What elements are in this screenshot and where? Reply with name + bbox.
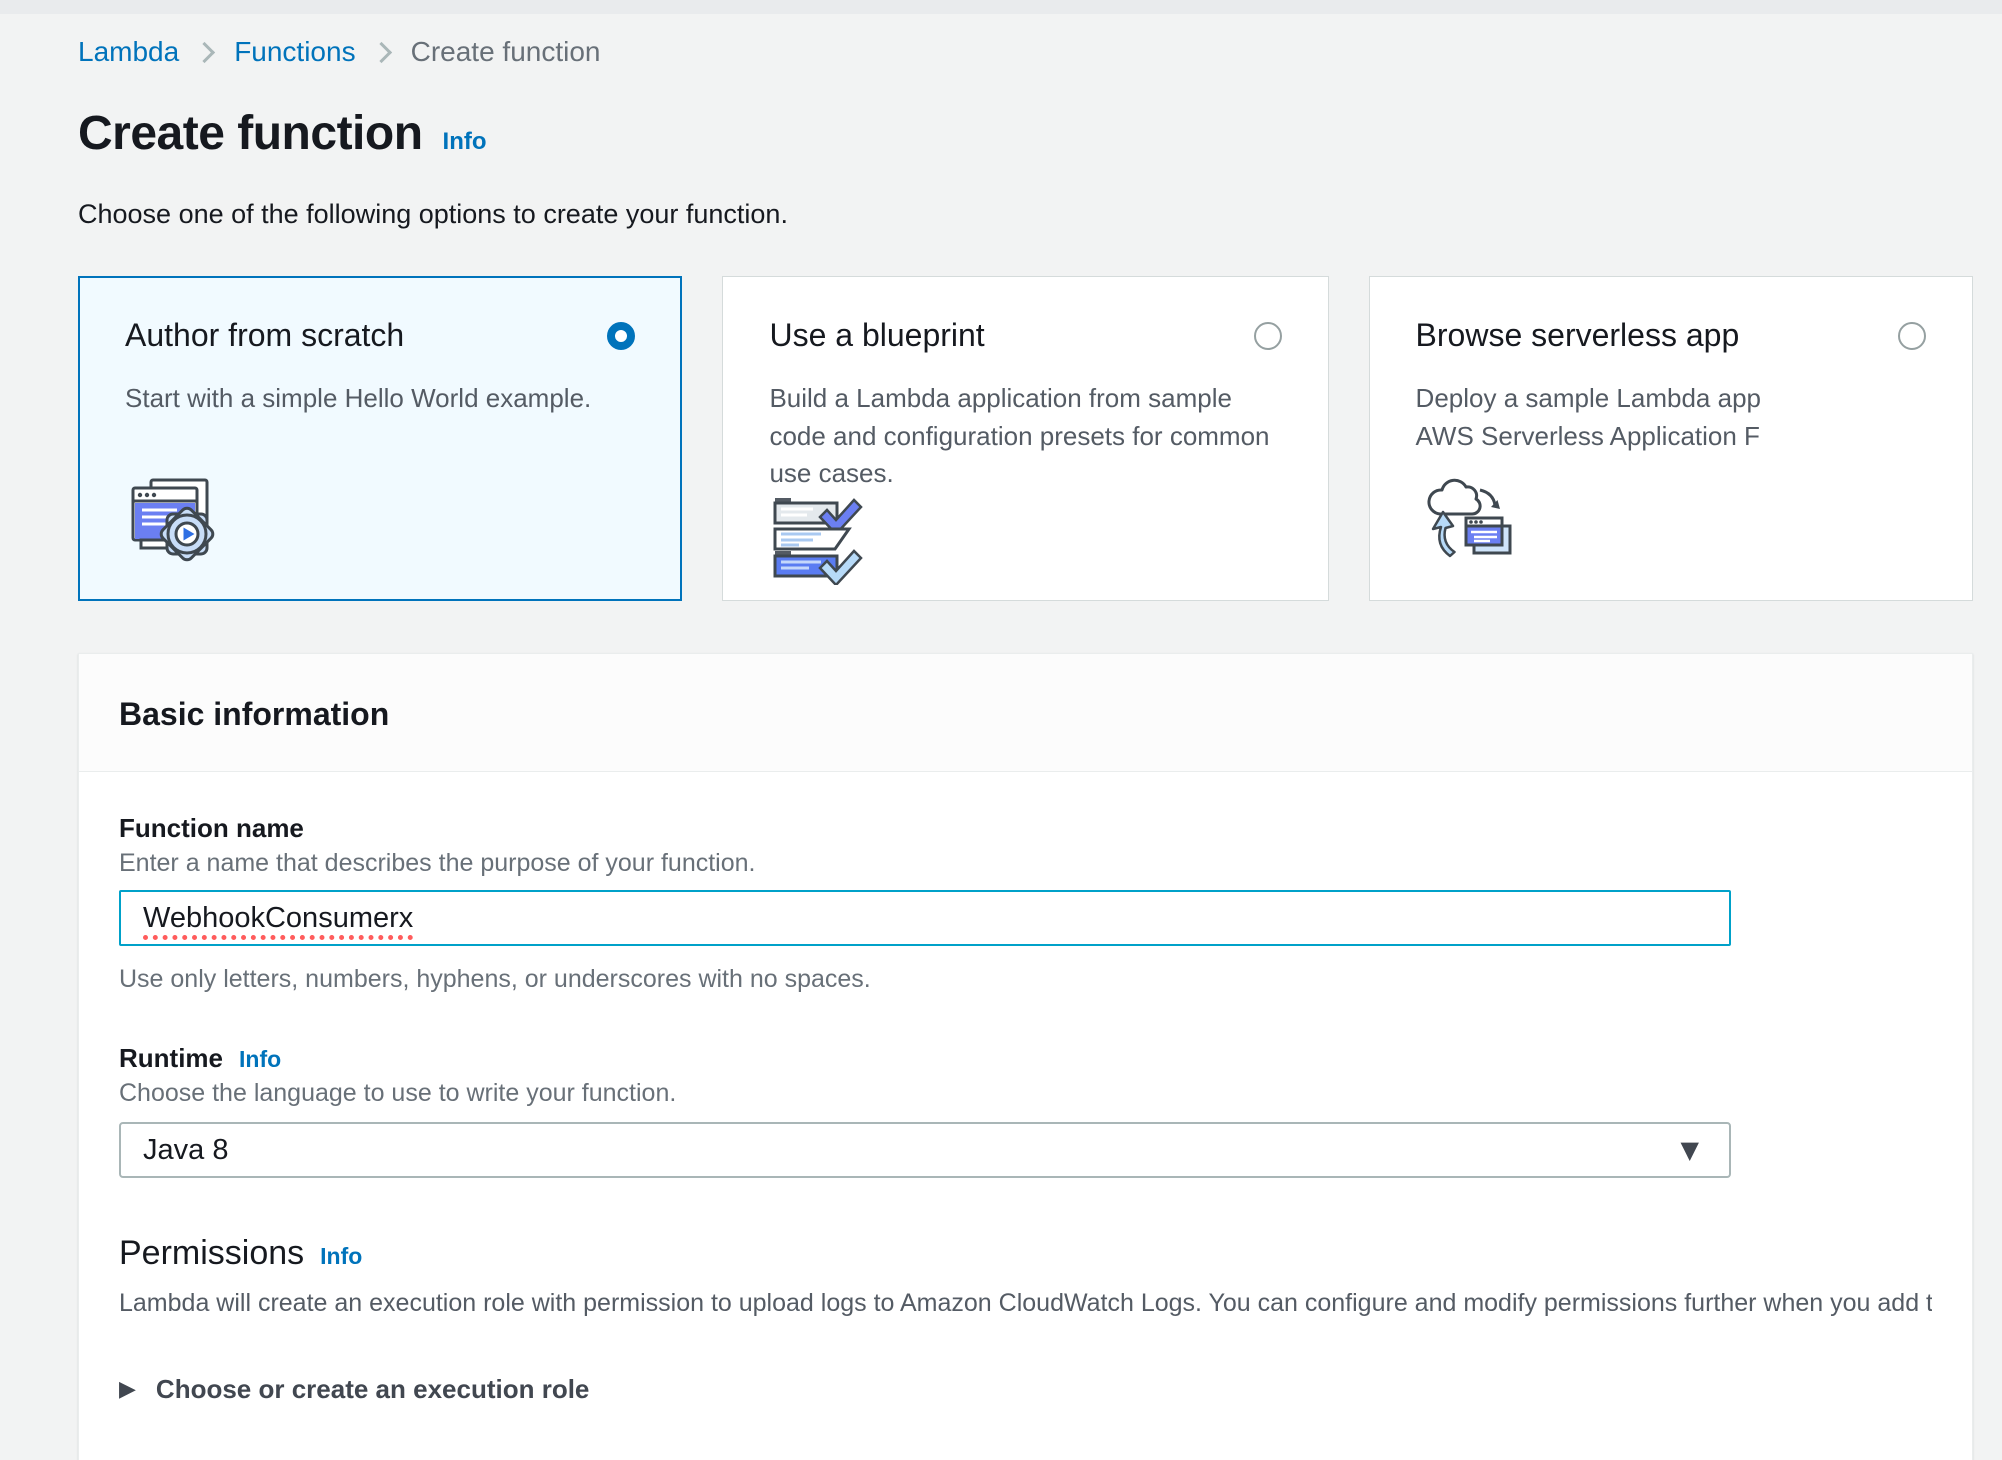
execution-role-expander-label: Choose or create an execution role — [156, 1374, 589, 1405]
basic-information-panel: Basic information Function name Enter a … — [78, 653, 1973, 1460]
option-card-author-from-scratch[interactable]: Author from scratch Start with a simple … — [78, 276, 682, 601]
function-name-label: Function name — [119, 812, 304, 844]
card-title-browse-serverless-app: Browse serverless app — [1416, 317, 1740, 354]
permissions-section: Permissions Info Lambda will create an e… — [119, 1234, 1932, 1318]
breadcrumb: Lambda Functions Create function — [78, 38, 1973, 66]
option-card-browse-serverless-app[interactable]: Browse serverless app Deploy a sample La… — [1369, 276, 1973, 601]
breadcrumb-current-page: Create function — [411, 38, 601, 66]
card-description-use-a-blueprint: Build a Lambda application from sample c… — [769, 380, 1281, 493]
card-description-line2: AWS Serverless Application F — [1416, 421, 1760, 451]
create-function-page: Lambda Functions Create function Create … — [0, 38, 2002, 1460]
card-description-line1: Deploy a sample Lambda app — [1416, 383, 1761, 413]
console-top-edge — [0, 0, 2002, 14]
function-name-input[interactable]: WebhookConsumerx — [119, 890, 1731, 946]
runtime-selected-option: Java 8 — [143, 1134, 228, 1167]
runtime-select[interactable]: Java 8 ▼ — [119, 1122, 1731, 1178]
radio-author-from-scratch[interactable] — [607, 322, 635, 350]
permissions-description: Lambda will create an execution role wit… — [119, 1289, 1932, 1318]
intro-text: Choose one of the following options to c… — [78, 199, 1973, 230]
runtime-field: Runtime Info Choose the language to use … — [119, 1042, 1932, 1178]
runtime-helper: Choose the language to use to write your… — [119, 1078, 1932, 1108]
function-name-field: Function name Enter a name that describe… — [119, 812, 1932, 994]
blueprint-icon — [769, 493, 1281, 585]
breadcrumb-link-functions[interactable]: Functions — [234, 38, 355, 66]
card-description-author-from-scratch: Start with a simple Hello World example. — [125, 380, 635, 418]
author-from-scratch-icon — [125, 474, 635, 566]
permissions-title: Permissions — [119, 1234, 304, 1273]
page-title-info-link[interactable]: Info — [443, 128, 487, 156]
breadcrumb-chevron-icon — [370, 41, 391, 62]
panel-header: Basic information — [79, 654, 1972, 772]
page-title: Create function — [78, 106, 423, 161]
runtime-label: Runtime — [119, 1042, 223, 1074]
basic-information-title: Basic information — [119, 696, 1932, 733]
card-title-author-from-scratch: Author from scratch — [125, 317, 404, 354]
card-title-use-a-blueprint: Use a blueprint — [769, 317, 984, 354]
radio-use-a-blueprint[interactable] — [1254, 322, 1282, 350]
card-description-browse-serverless-app: Deploy a sample Lambda app AWS Serverles… — [1416, 380, 1926, 455]
triangle-right-icon: ▶ — [119, 1377, 136, 1402]
breadcrumb-chevron-icon — [194, 41, 215, 62]
runtime-info-link[interactable]: Info — [239, 1046, 281, 1073]
function-name-value: WebhookConsumerx — [143, 902, 413, 935]
creation-option-cards: Author from scratch Start with a simple … — [78, 276, 1973, 601]
option-card-use-a-blueprint[interactable]: Use a blueprint Build a Lambda applicati… — [722, 276, 1328, 601]
function-name-helper: Enter a name that describes the purpose … — [119, 848, 1932, 878]
permissions-info-link[interactable]: Info — [320, 1243, 362, 1270]
chevron-down-icon: ▼ — [1681, 1136, 1699, 1164]
execution-role-expander[interactable]: ▶ Choose or create an execution role — [119, 1374, 1932, 1405]
serverless-app-repository-icon — [1416, 474, 1926, 566]
radio-browse-serverless-app[interactable] — [1898, 322, 1926, 350]
function-name-constraint: Use only letters, numbers, hyphens, or u… — [119, 964, 1932, 994]
page-title-row: Create function Info — [78, 106, 1973, 161]
breadcrumb-link-lambda[interactable]: Lambda — [78, 38, 179, 66]
